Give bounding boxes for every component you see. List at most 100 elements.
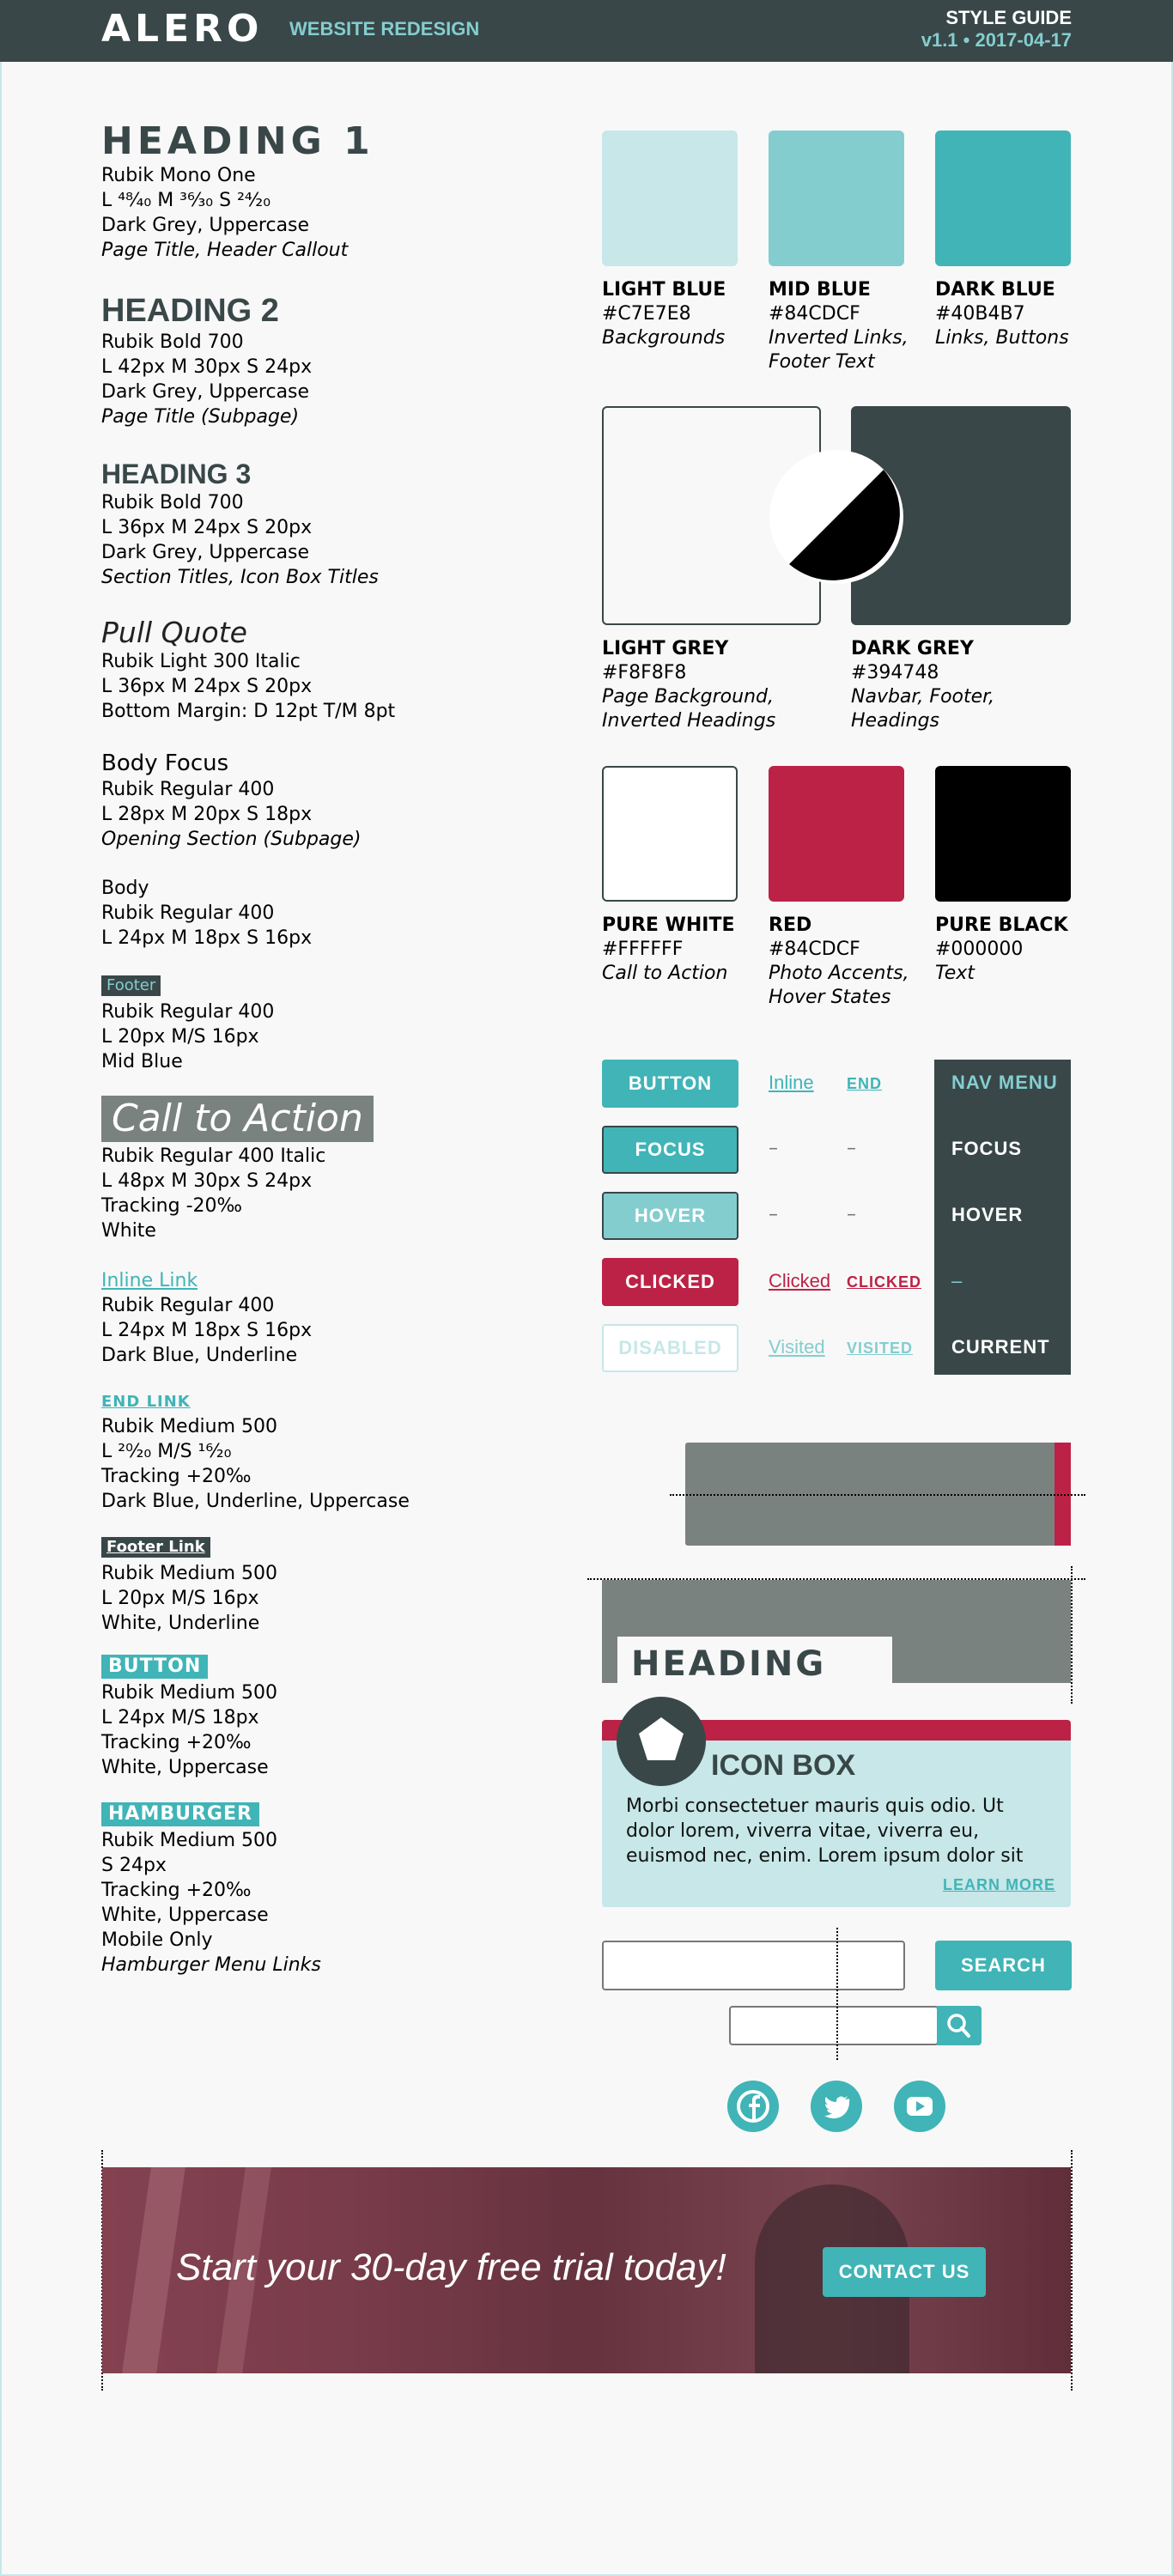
button-sample: BUTTON — [101, 1655, 209, 1679]
spec-line: White — [101, 1220, 156, 1242]
icon-box-line: dolor lorem, viverra vitae, viverra eu, — [626, 1820, 980, 1842]
color-use: Inverted Headings — [602, 710, 776, 732]
nav-menu-title[interactable]: NAV MENU — [951, 1072, 1058, 1094]
icon-box-line: euismod nec, enim. Lorem ipsum dolor sit — [626, 1845, 1024, 1867]
swatch-dark-blue — [935, 131, 1071, 266]
spec-line: L 20px M/S 16px — [101, 1026, 259, 1048]
color-hex: #000000 — [935, 939, 1024, 960]
type-spec-cta: Call to Action Rubik Regular 400 Italic … — [101, 1096, 565, 1243]
cta-banner: Start your 30-day free trial today! CONT… — [102, 2167, 1071, 2373]
spec-use: Page Title (Subpage) — [101, 406, 300, 428]
nav-item-current[interactable]: CURRENT — [951, 1336, 1050, 1358]
end-link-default[interactable]: END — [847, 1075, 882, 1093]
guide-line — [836, 1928, 838, 2060]
button-clicked[interactable]: CLICKED — [602, 1258, 738, 1306]
inline-link-visited[interactable]: Visited — [769, 1336, 825, 1358]
spec-line: Rubik Medium 500 — [101, 1682, 278, 1704]
type-spec-inline-link: Inline Link Rubik Regular 400 L 24px M 1… — [101, 1268, 565, 1368]
button-hover[interactable]: HOVER — [602, 1192, 738, 1240]
type-spec-footer-link: Footer Link Rubik Medium 500 L 20px M/S … — [101, 1534, 565, 1636]
color-hex: #84CDCF — [769, 303, 860, 325]
button-default[interactable]: BUTTON — [602, 1060, 738, 1108]
spec-line: Mobile Only — [101, 1929, 213, 1951]
spec-line: Dark Grey, Uppercase — [101, 542, 310, 563]
type-spec-button: BUTTON Rubik Medium 500 L 24px M/S 18px … — [101, 1654, 565, 1780]
spec-use: Opening Section (Subpage) — [101, 829, 362, 850]
color-name: PURE BLACK — [935, 914, 1068, 936]
end-link-clicked[interactable]: CLICKED — [847, 1273, 921, 1291]
youtube-icon[interactable] — [894, 2081, 945, 2132]
spec-line: Rubik Medium 500 — [101, 1563, 278, 1584]
spec-use: Hamburger Menu Links — [101, 1954, 321, 1976]
spec-line: L 42px M 30px S 24px — [101, 356, 313, 378]
color-use: Navbar, Footer, — [851, 686, 995, 708]
color-use: Footer Text — [769, 351, 875, 373]
contact-us-button[interactable]: CONTACT US — [823, 2247, 986, 2297]
spec-line: Rubik Regular 400 — [101, 902, 275, 924]
color-hex: #40B4B7 — [935, 303, 1025, 325]
nav-item-focus[interactable]: FOCUS — [951, 1138, 1022, 1160]
body-sample: Body — [101, 878, 149, 899]
icon-box-body: Morbi consectetuer mauris quis odio. Ut … — [626, 1794, 1055, 1868]
icon-box-line: Morbi consectetuer mauris quis odio. Ut — [626, 1795, 1004, 1817]
type-spec-body: Body Rubik Regular 400 L 24px M 18px S 1… — [101, 876, 565, 951]
twitter-icon[interactable] — [811, 2081, 862, 2132]
swatch-pure-white — [602, 766, 738, 902]
brand-logo: ALERO — [101, 7, 264, 51]
end-link-visited[interactable]: VISITED — [847, 1340, 913, 1358]
top-bar: ALERO WEBSITE REDESIGN STYLE GUIDE v1.1 … — [0, 0, 1173, 62]
heading-demo: HEADING — [617, 1637, 892, 1688]
spec-line: Dark Grey, Uppercase — [101, 381, 310, 403]
spec-line: White, Uppercase — [101, 1905, 269, 1926]
search-icon-button[interactable] — [937, 2006, 982, 2045]
nav-item-hover[interactable]: HOVER — [951, 1204, 1023, 1226]
spec-line: Tracking +20‰ — [101, 1466, 252, 1487]
guide-line — [670, 1494, 1085, 1496]
color-use: Page Background, — [602, 686, 774, 708]
spec-line: Dark Blue, Underline, Uppercase — [101, 1491, 410, 1512]
facebook-icon[interactable] — [727, 2081, 779, 2132]
color-hex: #394748 — [851, 662, 939, 683]
learn-more-link[interactable]: LEARN MORE — [943, 1876, 1055, 1894]
swatch-label-light-grey: LIGHT GREY #F8F8F8 Page Background, Inverte… — [602, 637, 825, 733]
spec-line: Rubik Regular 400 Italic — [101, 1145, 326, 1167]
dash: – — [769, 1138, 778, 1159]
type-spec-h1: HEADING 1 Rubik Mono One L ⁴⁸⁄₄₀ M ³⁶⁄₃₀… — [101, 120, 565, 263]
swatch-red — [769, 766, 904, 902]
nav-item-clicked[interactable]: – — [951, 1270, 963, 1292]
end-link-sample[interactable]: END LINK — [101, 1389, 565, 1414]
type-spec-pull-quote: Pull Quote Rubik Light 300 Italic L 36px… — [101, 617, 565, 724]
h2-sample: HEADING 2 — [101, 293, 279, 329]
inline-link-default[interactable]: Inline — [769, 1072, 814, 1094]
spec-line: Rubik Medium 500 — [101, 1416, 278, 1437]
spec-line: Dark Blue, Underline — [101, 1345, 298, 1366]
spec-line: Rubik Regular 400 — [101, 779, 275, 800]
spec-line: L 24px M 18px S 16px — [101, 1320, 313, 1341]
spec-line: L 20px M/S 16px — [101, 1588, 259, 1609]
cta-sample: Call to Action — [101, 1096, 374, 1142]
search-input-small[interactable] — [729, 2006, 939, 2045]
spec-line: L 24px M/S 18px — [101, 1707, 259, 1728]
spec-line: L 36px M 24px S 20px — [101, 517, 313, 538]
spec-line: Tracking +20‰ — [101, 1732, 252, 1753]
inline-link-clicked[interactable]: Clicked — [769, 1270, 830, 1292]
footer-link-sample[interactable]: Footer Link — [101, 1537, 210, 1558]
button-disabled: DISABLED — [602, 1324, 738, 1372]
doc-title: STYLE GUIDE — [945, 7, 1072, 28]
search-button[interactable]: SEARCH — [935, 1941, 1072, 1990]
inline-link-sample[interactable]: Inline Link — [101, 1268, 565, 1293]
button-focus[interactable]: FOCUS — [602, 1126, 738, 1174]
doc-version: v1.1 • 2017-04-17 — [921, 29, 1072, 51]
spec-line: L 36px M 24px S 20px — [101, 676, 313, 697]
spec-line: L 24px M 18px S 16px — [101, 927, 313, 949]
search-input-large[interactable] — [602, 1941, 905, 1990]
spec-line: L 48px M 30px S 24px — [101, 1170, 313, 1192]
type-spec-h3: HEADING 3 Rubik Bold 700 L 36px M 24px S… — [101, 458, 565, 590]
spec-line: Rubik Medium 500 — [101, 1830, 278, 1851]
brand-subtitle: WEBSITE REDESIGN — [289, 18, 480, 39]
dash: – — [847, 1138, 856, 1159]
spec-line: L 28px M 20px S 18px — [101, 804, 313, 825]
pull-quote-sample: Pull Quote — [101, 616, 247, 649]
spec-line: White, Underline — [101, 1613, 260, 1634]
color-use: Text — [935, 963, 975, 984]
